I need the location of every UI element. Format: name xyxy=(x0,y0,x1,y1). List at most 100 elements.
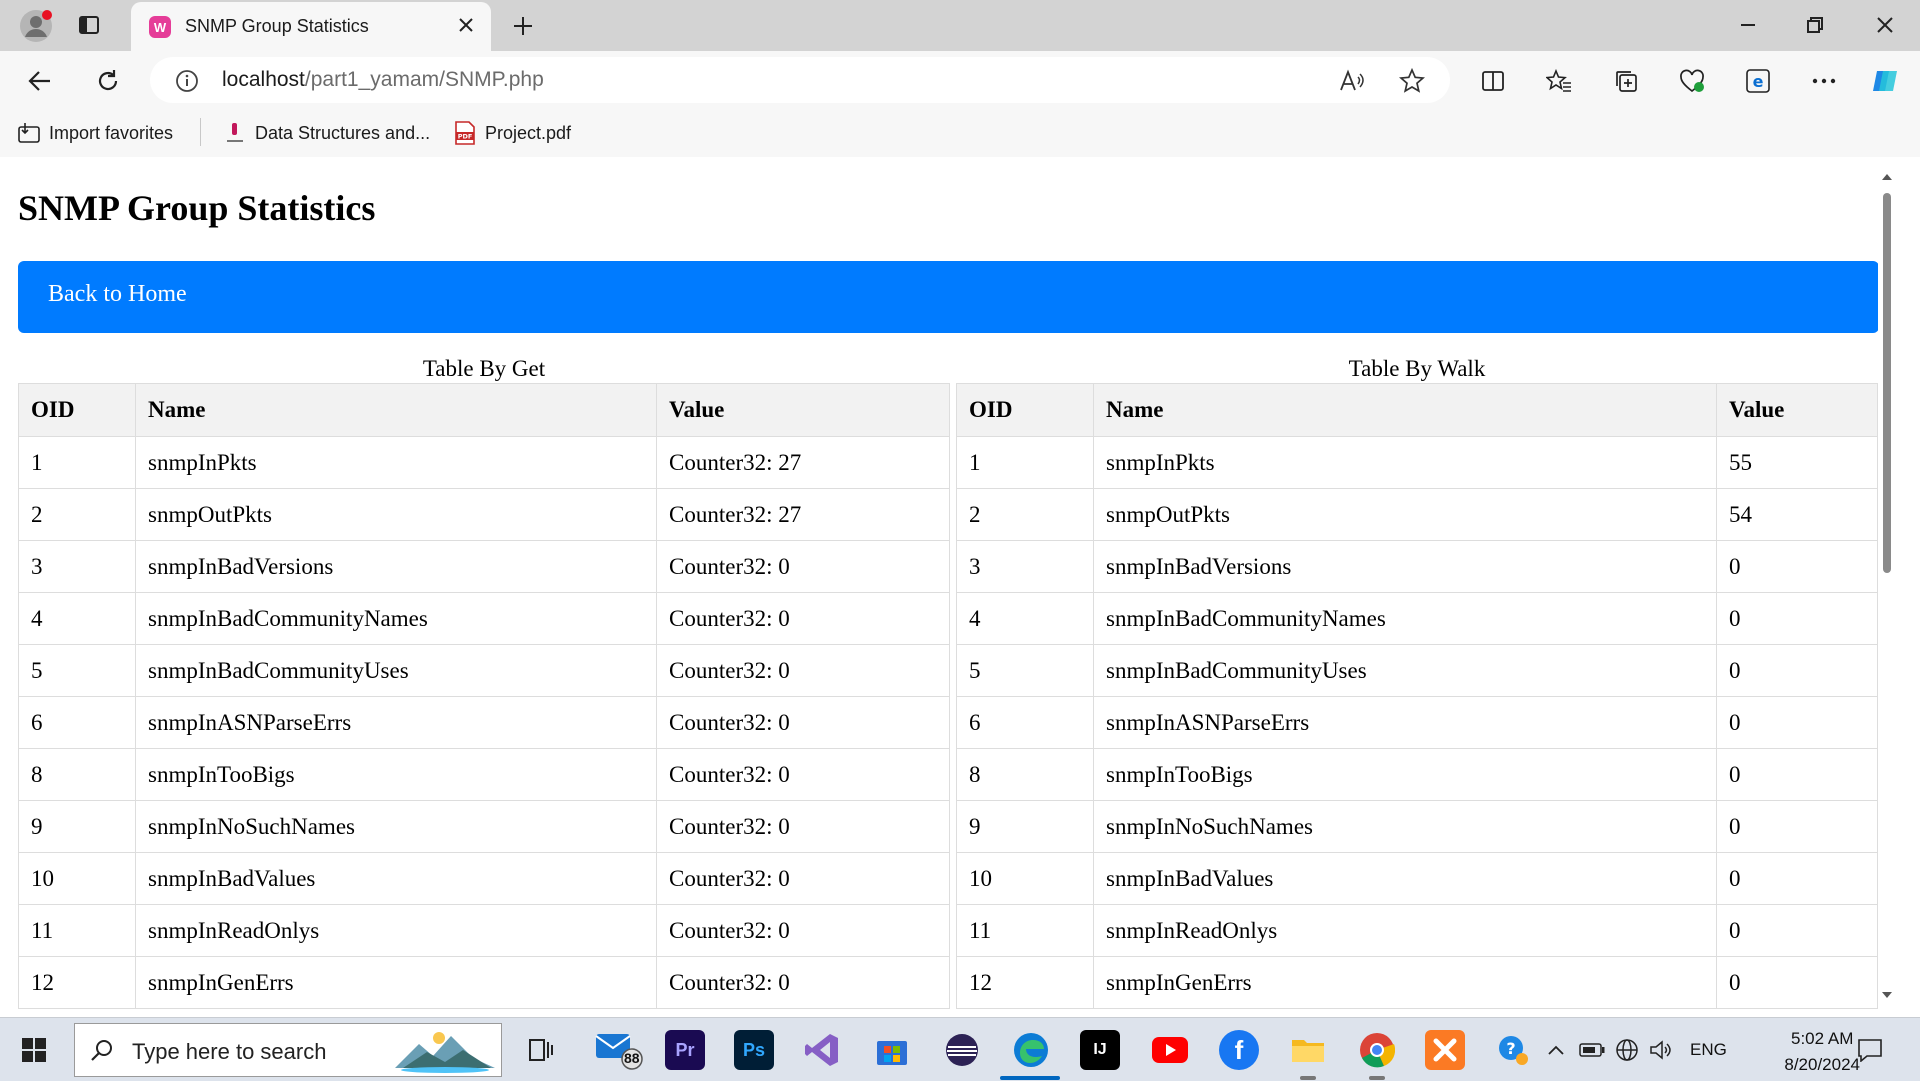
visual-studio-icon[interactable] xyxy=(802,1030,842,1070)
read-aloud-icon[interactable] xyxy=(1338,67,1366,95)
window-close-icon[interactable] xyxy=(1872,12,1898,38)
language-indicator[interactable]: ENG xyxy=(1690,1040,1727,1060)
mail-badge: 88 xyxy=(624,1050,640,1066)
show-hidden-icons[interactable] xyxy=(1545,1040,1567,1060)
task-view-icon[interactable] xyxy=(521,1030,561,1070)
address-bar[interactable]: localhost/part1_yamam/SNMP.php xyxy=(150,57,1450,103)
table-row: 6 snmpInASNParseErrs 0 xyxy=(956,696,1878,749)
site-info-icon[interactable] xyxy=(174,68,200,94)
table-row: 9 snmpInNoSuchNames Counter32: 0 xyxy=(18,800,950,853)
premiere-icon[interactable]: Pr xyxy=(665,1030,705,1070)
profile-icon[interactable] xyxy=(18,8,54,44)
facebook-icon[interactable]: f xyxy=(1219,1030,1259,1070)
xampp-icon[interactable] xyxy=(1425,1030,1465,1070)
cell-oid: 8 xyxy=(956,748,1094,801)
more-icon[interactable] xyxy=(1809,66,1839,96)
clock-time: 5:02 AM xyxy=(1790,1029,1854,1048)
collections-icon[interactable] xyxy=(1611,66,1641,96)
cell-oid: 3 xyxy=(18,540,136,593)
page-viewport[interactable]: SNMP Group Statistics Back to Home Table… xyxy=(8,157,1896,1017)
col-header-name: Name xyxy=(135,383,657,437)
favorite-label: Import favorites xyxy=(49,122,174,143)
cell-name: snmpInBadCommunityUses xyxy=(1093,644,1717,697)
intellij-icon[interactable]: IJ xyxy=(1080,1030,1120,1070)
minimize-icon[interactable] xyxy=(1735,12,1761,38)
cell-oid: 12 xyxy=(956,956,1094,1009)
notifications-icon[interactable] xyxy=(1855,1036,1885,1064)
close-icon[interactable] xyxy=(455,14,477,36)
ie-mode-icon[interactable]: e xyxy=(1743,66,1773,96)
cell-value: 0 xyxy=(1716,644,1878,697)
stats-table-get: OID Name Value 1 snmpInPkts Counter32: 27 2… xyxy=(18,383,950,1009)
url-host: localhost xyxy=(222,68,305,91)
cell-name: snmpInBadCommunityNames xyxy=(1093,592,1717,645)
cell-name: snmpOutPkts xyxy=(135,488,657,541)
table-row: 11 snmpInReadOnlys 0 xyxy=(956,904,1878,957)
table-body: 1 snmpInPkts Counter32: 27 2 snmpOutPkts Coun… xyxy=(18,436,950,1009)
cell-oid: 6 xyxy=(18,696,136,749)
cell-name: snmpInBadCommunityNames xyxy=(135,592,657,645)
refresh-icon[interactable] xyxy=(92,65,124,97)
cell-oid: 10 xyxy=(18,852,136,905)
favorite-import[interactable]: Import favorites xyxy=(16,119,173,147)
back-icon[interactable] xyxy=(24,65,56,97)
explorer-running-indicator xyxy=(1300,1076,1316,1080)
clock[interactable]: 5:02 AM 8/20/2024 xyxy=(1784,1026,1860,1078)
table-row: 4 snmpInBadCommunityNames Counter32: 0 xyxy=(18,592,950,645)
favorite-star-icon[interactable] xyxy=(1398,67,1426,95)
col-header-value: Value xyxy=(1716,383,1878,437)
search-highlight-icon[interactable] xyxy=(393,1028,497,1074)
table-row: 4 snmpInBadCommunityNames 0 xyxy=(956,592,1878,645)
browser-essentials-icon[interactable] xyxy=(1677,66,1707,96)
eclipse-icon[interactable] xyxy=(942,1030,982,1070)
new-tab-icon[interactable] xyxy=(509,12,537,40)
table-row: 9 snmpInNoSuchNames 0 xyxy=(956,800,1878,853)
microsoft-store-icon[interactable] xyxy=(872,1030,912,1070)
battery-icon[interactable] xyxy=(1578,1038,1606,1062)
cell-oid: 4 xyxy=(18,592,136,645)
table-row: 10 snmpInBadValues 0 xyxy=(956,852,1878,905)
photoshop-icon[interactable]: Ps xyxy=(734,1030,774,1070)
cell-name: snmpInPkts xyxy=(1093,436,1717,489)
file-explorer-icon[interactable] xyxy=(1288,1030,1328,1070)
taskbar-search[interactable]: Type here to search xyxy=(74,1023,502,1077)
cell-oid: 5 xyxy=(18,644,136,697)
scroll-up-icon[interactable] xyxy=(1878,169,1896,185)
vertical-scrollbar[interactable] xyxy=(1878,157,1896,1017)
scroll-thumb[interactable] xyxy=(1883,193,1891,573)
favorite-data-structures[interactable]: Data Structures and... xyxy=(222,119,430,147)
network-icon[interactable] xyxy=(1614,1037,1640,1063)
help-icon[interactable]: ? xyxy=(1496,1033,1530,1067)
start-icon[interactable] xyxy=(18,1034,50,1066)
scroll-down-icon[interactable] xyxy=(1878,987,1896,1003)
url-text[interactable]: localhost/part1_yamam/SNMP.php xyxy=(222,68,544,92)
table-row: 1 snmpInPkts 55 xyxy=(956,436,1878,489)
cell-oid: 8 xyxy=(18,748,136,801)
table-row: 5 snmpInBadCommunityUses Counter32: 0 xyxy=(18,644,950,697)
restore-icon[interactable] xyxy=(1802,12,1828,38)
split-screen-icon[interactable] xyxy=(1478,66,1508,96)
search-icon xyxy=(89,1037,115,1063)
youtube-icon[interactable] xyxy=(1150,1030,1190,1070)
favorite-project-pdf[interactable]: PDF Project.pdf xyxy=(452,119,571,147)
wamp-favicon-icon: W xyxy=(149,16,171,38)
cell-value: 0 xyxy=(1716,748,1878,801)
cell-oid: 1 xyxy=(956,436,1094,489)
workspaces-icon[interactable] xyxy=(76,12,102,38)
mail-icon[interactable]: 88 xyxy=(594,1030,644,1070)
cell-oid: 2 xyxy=(956,488,1094,541)
cell-oid: 4 xyxy=(956,592,1094,645)
volume-icon[interactable] xyxy=(1648,1037,1674,1063)
tab-snmp[interactable]: W SNMP Group Statistics xyxy=(131,2,491,51)
favorite-label: Project.pdf xyxy=(485,122,572,143)
cell-value: 0 xyxy=(1716,592,1878,645)
chrome-icon[interactable] xyxy=(1357,1030,1397,1070)
cell-name: snmpInBadVersions xyxy=(1093,540,1717,593)
back-to-home-button[interactable]: Back to Home xyxy=(18,261,1879,333)
cell-name: snmpInTooBigs xyxy=(135,748,657,801)
cell-value: Counter32: 0 xyxy=(656,696,950,749)
cell-name: snmpInPkts xyxy=(135,436,657,489)
copilot-icon[interactable] xyxy=(1868,64,1902,98)
favorites-icon[interactable] xyxy=(1544,66,1574,96)
edge-icon[interactable] xyxy=(1011,1030,1051,1070)
